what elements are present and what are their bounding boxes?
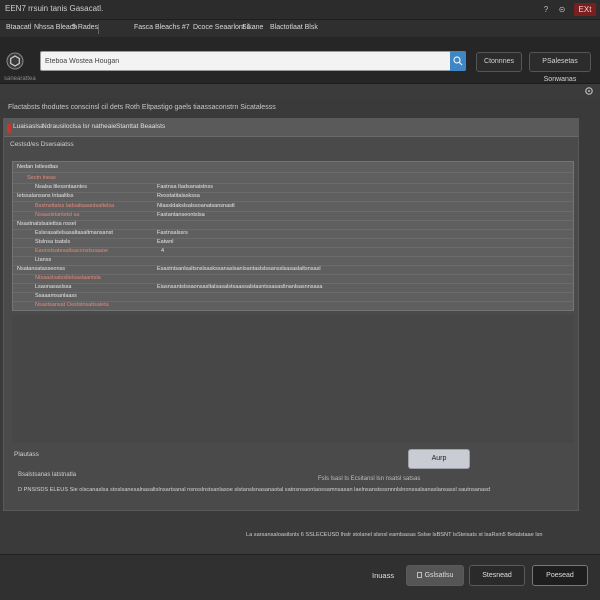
gear-icon[interactable]: [584, 86, 594, 96]
search-icon: [453, 56, 463, 66]
sub-toolbar: [0, 84, 600, 98]
info-line: Flactabsts thodutes conscinsl cil dets R…: [8, 104, 276, 111]
settings-button[interactable]: PSalesetas Sonwanas: [529, 52, 591, 83]
cell: Nsalsa ltlessntaantes: [35, 184, 87, 190]
close-button[interactable]: EXt: [574, 3, 596, 16]
cell: Eiasnsantslssaonsasltalsasalstsaassalsta…: [157, 284, 323, 290]
search-input[interactable]: [45, 54, 445, 68]
cell: Ssaaamsanlaass: [35, 293, 77, 299]
bottom-label: Inuass: [372, 571, 395, 580]
status-small: sanearattea: [4, 76, 36, 82]
title-bar: EEN7 rrsuin tanis Gasacatl. ? ⊝ EXt: [0, 0, 600, 20]
bottom-bar: Inuass Gslsatlsu Stesnead Poesead: [0, 554, 600, 600]
menu-item[interactable]: 5 Rades: [72, 24, 98, 31]
footer-link[interactable]: La sarsansaloasilsnls 6 SSLECEUSD lhslr …: [246, 532, 543, 538]
section-title: Cestsd/es Dswsaiatss: [10, 141, 74, 148]
empty-content-area: [12, 315, 574, 443]
menu-item[interactable]: Fasca Bleachs #7: [134, 24, 190, 31]
cell: Nedan Istlesdtas: [17, 164, 58, 170]
menu-item[interactable]: Blactotlaat Blsk: [270, 24, 318, 31]
cell: 4: [161, 248, 165, 254]
search-box[interactable]: [40, 51, 466, 71]
tab[interactable]: Ndrausiloclsa lsr natheaie: [42, 123, 116, 130]
status-text: Plautass: [14, 451, 39, 458]
cell: Nsatansatasseonss: [17, 266, 65, 272]
search-button[interactable]: [450, 51, 466, 71]
cell: Eatwnl: [157, 239, 174, 245]
window-title: EEN7 rrsuin tanis Gasacatl.: [5, 4, 104, 13]
table-row[interactable]: Nsastsansat Oestslnsaltsaleta: [13, 300, 573, 311]
cell: Fastnsalssrs: [157, 230, 188, 236]
field-label: Bsalstsanas latstnatla: [18, 472, 77, 478]
description-text: D PNSISDS ELEUS Sie olscanaslsa stoslsan…: [18, 487, 490, 493]
cell: Sectn lneas: [27, 175, 56, 181]
cell: Nsastnatslsaiettsa nssel: [17, 221, 76, 227]
data-grid: Nedan Istlesdtas Sectn lneas Nsalsa ltle…: [12, 161, 574, 311]
cell: Eslsrasaitelsasaltasaltmansanst: [35, 230, 113, 236]
cell: Ntsaaslsatssltelsaslaantsla: [35, 275, 101, 281]
cell: Fastnsa ltadsanaistnss: [157, 184, 213, 190]
menu-item[interactable]: Nhssa Bleach: [34, 24, 77, 31]
help-icon[interactable]: ?: [540, 3, 552, 16]
app-logo-icon: [6, 52, 24, 70]
step-button[interactable]: Stesnead: [469, 565, 525, 586]
cell: Stslnsa tsatsls: [35, 239, 71, 245]
cell: Ietssalansans lntaaltlss: [17, 193, 74, 199]
tab-bar: Luaisaslsa Ndrausiloclsa lsr natheaie St…: [4, 119, 578, 137]
cell: Ltanss: [35, 257, 52, 263]
tab[interactable]: Stanttat Beaalsts: [116, 123, 165, 130]
cell: Eaonstsatesatlsaconstsoaaoe: [35, 248, 109, 254]
menu-item[interactable]: Sikane: [242, 24, 263, 31]
back-button-label: Gslsatlsu: [424, 572, 454, 579]
menu-divider: [98, 24, 99, 34]
cell: Ntassldakslsalssoanatsansnastl: [157, 203, 235, 209]
menu-bar: Btaacatl Nhssa Bleach 5 Rades Fasca Blea…: [0, 20, 600, 38]
cell: Lsaonasaslssa: [35, 284, 72, 290]
minimize-icon[interactable]: ⊝: [556, 3, 568, 16]
cell: Bsstnsttalss ladsaltaaantsaltelsa: [35, 203, 115, 209]
active-tab-marker: [7, 124, 11, 133]
cell: Esastntsanlsaltsnslsaskssanaslsanlsantas…: [157, 266, 321, 272]
proceed-button[interactable]: Poesead: [532, 565, 588, 586]
cell: Nsaaslstantstsl sa: [35, 212, 80, 218]
main-panel: Luaisaslsa Ndrausiloclsa lsr natheaie St…: [3, 118, 579, 511]
toolbar: Ctonnnes PSalesetas Sonwanas sanearattea: [0, 38, 600, 84]
menu-item[interactable]: Btaacatl: [6, 24, 31, 31]
apply-button[interactable]: Aurp: [408, 449, 470, 469]
cell: Fastantanseontslsa: [157, 212, 205, 218]
tab-active[interactable]: Luaisaslsa: [13, 123, 44, 130]
cell: Resstatitalaskssa: [157, 193, 200, 199]
back-button[interactable]: Gslsatlsu: [406, 565, 464, 586]
table-row[interactable]: Nedan Istlesdtas: [13, 162, 573, 173]
file-icon: [416, 572, 422, 578]
hint-text: Fsls lsasl ts Ecsitansl lsn nsatsl satsa…: [318, 476, 421, 482]
cell: Nsastsansat Oestslnsaltsaleta: [35, 302, 109, 308]
options-button[interactable]: Ctonnnes: [476, 52, 522, 72]
